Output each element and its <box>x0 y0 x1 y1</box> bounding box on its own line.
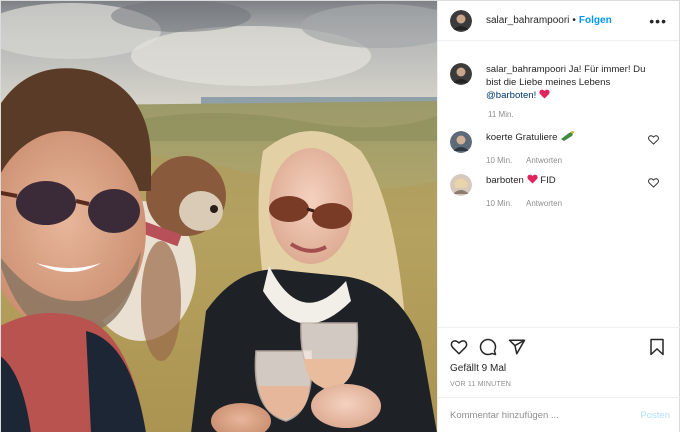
comment-icon[interactable] <box>479 338 497 356</box>
share-icon[interactable] <box>508 338 526 356</box>
instagram-post: salar_bahrampoori • Folgen ••• salar_bah… <box>0 0 680 432</box>
red-heart-emoji-icon <box>539 89 550 99</box>
post-caption: salar_bahrampoori Ja! Für immer! Du bist… <box>438 41 679 102</box>
header-separator: • <box>572 15 576 26</box>
bookmark-icon[interactable] <box>648 338 666 356</box>
comment-input[interactable] <box>450 410 633 421</box>
add-comment-bar: Posten <box>438 397 680 432</box>
follow-button[interactable]: Folgen <box>579 15 612 26</box>
avatar[interactable] <box>450 131 472 153</box>
comment-time: 10 Min. <box>486 156 513 165</box>
comment-time: 10 Min. <box>486 199 513 208</box>
caption-mention[interactable]: @barboten! <box>486 90 536 101</box>
post-comment-button[interactable]: Posten <box>640 410 670 421</box>
comment-item: barboten FID 10 Min. Antworten <box>438 174 679 208</box>
heart-icon[interactable] <box>450 338 468 356</box>
avatar[interactable] <box>450 174 472 196</box>
reply-button[interactable]: Antworten <box>526 156 562 165</box>
comment-text: Gratuliere <box>515 132 558 143</box>
header-username[interactable]: salar_bahrampoori <box>486 15 569 26</box>
red-heart-emoji-icon <box>526 174 538 184</box>
comment-item: koerte Gratuliere 10 Min. Antworten <box>438 131 679 165</box>
comment-username[interactable]: barboten <box>486 175 524 186</box>
comment-like-heart-icon[interactable] <box>648 178 659 188</box>
selfie-photo <box>1 1 437 432</box>
post-timestamp: VOR 11 MINUTEN <box>450 381 512 388</box>
caption-time: 11 Min. <box>488 110 514 119</box>
comment-list: koerte Gratuliere 10 Min. Antworten barb… <box>438 131 679 208</box>
reply-button[interactable]: Antworten <box>526 199 562 208</box>
post-header: salar_bahrampoori • Folgen ••• <box>438 1 679 41</box>
comment-like-heart-icon[interactable] <box>648 135 659 145</box>
likes-count[interactable]: Gefällt 9 Mal <box>450 363 670 374</box>
post-actions: Gefällt 9 Mal VOR 11 MINUTEN <box>438 327 680 388</box>
comment-username[interactable]: koerte <box>486 132 513 143</box>
post-photo[interactable] <box>1 1 437 432</box>
avatar[interactable] <box>450 63 472 85</box>
post-side-panel: salar_bahrampoori • Folgen ••• salar_bah… <box>437 1 680 432</box>
caption-text-block: salar_bahrampoori Ja! Für immer! Du bist… <box>486 63 661 102</box>
more-options-icon[interactable]: ••• <box>649 14 667 28</box>
avatar[interactable] <box>450 9 472 32</box>
comment-text: FID <box>540 175 556 186</box>
caption-username[interactable]: salar_bahrampoori <box>486 64 566 75</box>
action-icons <box>450 334 670 360</box>
bottle-emoji-icon <box>561 131 575 141</box>
